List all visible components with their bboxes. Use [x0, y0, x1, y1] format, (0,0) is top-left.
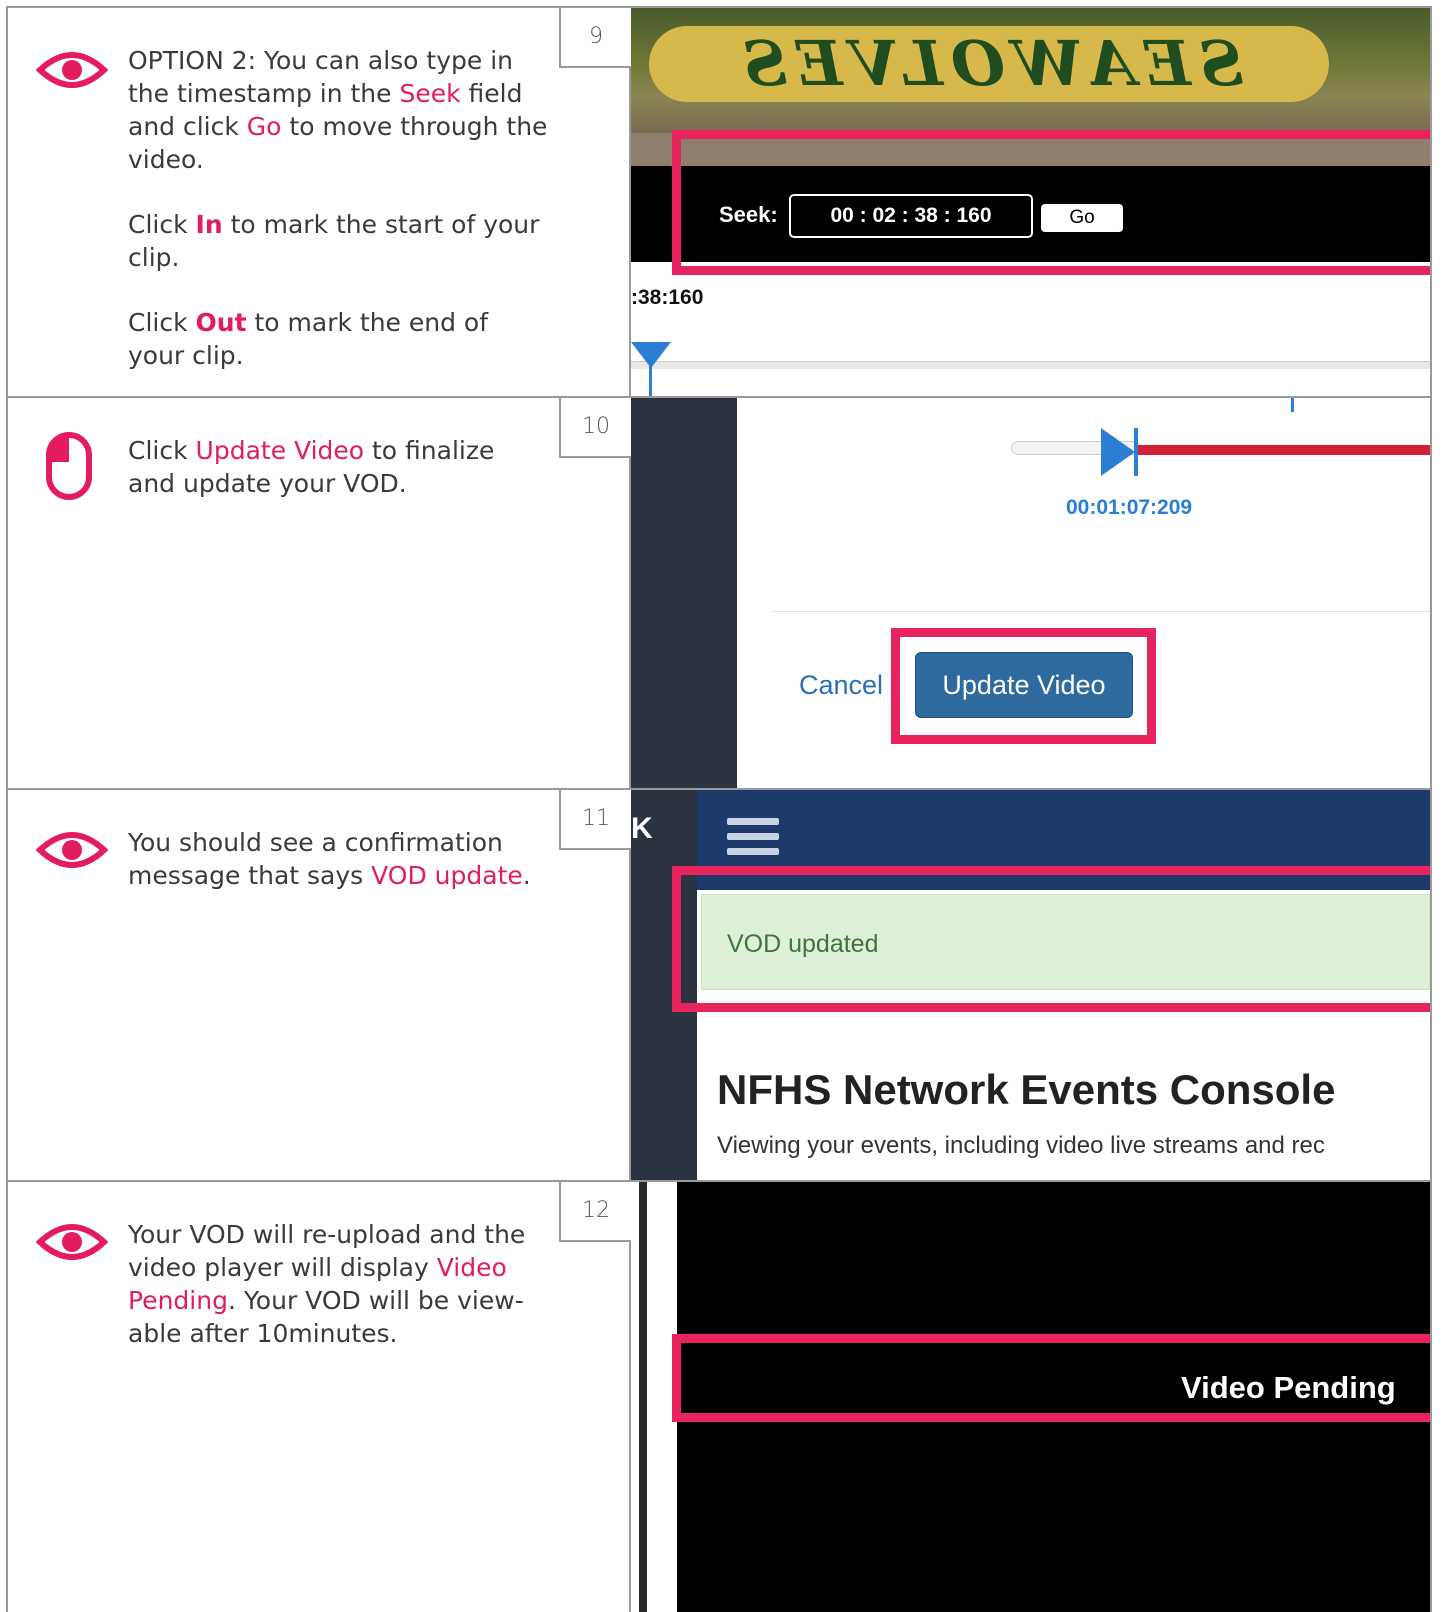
eye-icon: [36, 52, 108, 88]
go-keyword: Go: [246, 112, 282, 141]
page-title: NFHS Network Events Console: [717, 1066, 1336, 1113]
step-12-instructions: Your VOD will re-upload and the video pl…: [8, 1182, 631, 1612]
clip-range-bar: [1136, 445, 1430, 455]
video-frame: SEAWOLVES: [631, 8, 1430, 133]
out-keyword: Out: [195, 308, 247, 337]
step-9-row: OPTION 2: You can also type in the times…: [6, 6, 1432, 398]
step-12-paragraph-1: Your VOD will re-upload and the video pl…: [128, 1220, 526, 1348]
brand-fragment: K: [631, 812, 653, 845]
eye-icon: [36, 832, 108, 868]
in-marker-line: [649, 358, 652, 396]
step-number: 12: [559, 1182, 631, 1242]
sidebar-dark: [631, 398, 737, 788]
play-marker-icon[interactable]: [1101, 428, 1135, 476]
highlight-box: [672, 1334, 1430, 1422]
step-12-screenshot: Video Pending: [631, 1182, 1430, 1612]
step-12-text: Your VOD will re-upload and the video pl…: [128, 1218, 548, 1382]
step-11-row: You should see a confirmation message th…: [6, 790, 1432, 1182]
step-9-text: OPTION 2: You can also type in the times…: [128, 44, 548, 396]
cancel-button[interactable]: Cancel: [799, 670, 883, 701]
eye-icon: [36, 1224, 108, 1260]
highlight-box: [891, 628, 1156, 744]
step-10-row: Click Update Video to finalize and updat…: [6, 398, 1432, 790]
seek-keyword: Seek: [399, 79, 461, 108]
step-10-text: Click Update Video to finalize and updat…: [128, 434, 548, 532]
marker-line: [1134, 428, 1138, 476]
step-9-instructions: OPTION 2: You can also type in the times…: [8, 8, 631, 396]
highlight-box: [672, 130, 1430, 275]
hamburger-menu-icon[interactable]: [727, 818, 779, 863]
divider: [771, 611, 1430, 612]
step-number: 9: [559, 8, 631, 68]
step-9-paragraph-1: OPTION 2: You can also type in the times…: [128, 46, 548, 174]
update-video-keyword: Update Video: [195, 436, 365, 465]
step-11-paragraph-1: You should see a confirmation message th…: [128, 828, 531, 890]
highlight-box: [672, 866, 1430, 1012]
step-11-text: You should see a confirmation message th…: [128, 826, 548, 924]
step-number: 10: [559, 398, 631, 458]
gutter-stripe: [639, 1182, 647, 1612]
timeline-tick: [1291, 398, 1294, 412]
timestamp-label: 00:01:07:209: [1066, 496, 1193, 519]
step-10-instructions: Click Update Video to finalize and updat…: [8, 398, 631, 788]
mouse-icon: [46, 432, 92, 500]
timeline-track[interactable]: [631, 361, 1430, 369]
step-number: 11: [559, 790, 631, 850]
step-10-screenshot: 00:01:07:209 Cancel Update Video: [631, 398, 1430, 788]
step-9-paragraph-2: Click In to mark the start of your clip.: [128, 210, 540, 272]
in-keyword: In: [195, 210, 223, 239]
court-banner: SEAWOLVES: [649, 26, 1329, 102]
step-10-paragraph-1: Click Update Video to finalize and updat…: [128, 436, 495, 498]
vod-update-keyword: VOD update: [371, 861, 523, 890]
timestamp-label: :38:160: [631, 286, 704, 309]
left-gutter: [631, 1182, 677, 1612]
step-11-instructions: You should see a confirmation message th…: [8, 790, 631, 1180]
step-9-paragraph-3: Click Out to mark the end of your clip.: [128, 308, 489, 370]
step-12-row: Your VOD will re-upload and the video pl…: [6, 1182, 1432, 1612]
step-9-screenshot: SEAWOLVES Seek: 00 : 02 : 38 : 160 Go :3…: [631, 8, 1430, 396]
page-subtitle: Viewing your events, including video liv…: [717, 1132, 1325, 1159]
step-11-screenshot: K VOD updated NFHS Network Events Consol…: [631, 790, 1430, 1180]
